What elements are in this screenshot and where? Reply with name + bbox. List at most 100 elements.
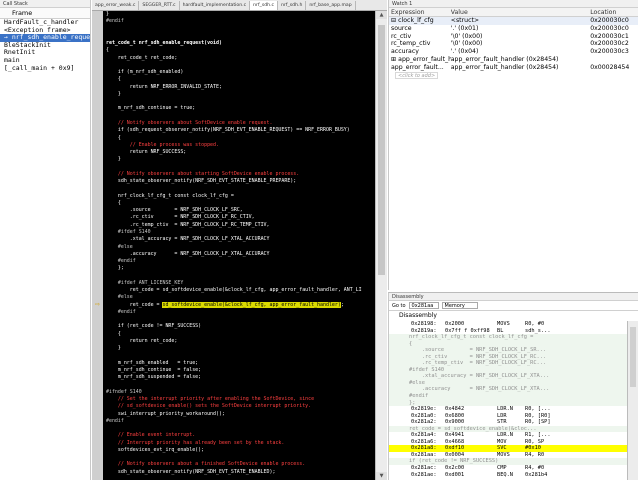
watch-row[interactable]: app_error_fault... app_error_fault_handle… xyxy=(389,64,638,72)
disassembly-instruction-row[interactable]: 0x281ae: 0xd001 BEQ.N 0x281b4 xyxy=(389,472,627,479)
editor-scroll-thumb[interactable] xyxy=(378,25,385,275)
scroll-up-arrow-icon[interactable]: ▲ xyxy=(376,11,387,19)
code-line: { xyxy=(104,135,375,142)
watch-value[interactable]: '.' (0x04) xyxy=(451,48,590,56)
code-text: return ret_code; xyxy=(106,337,178,344)
watch-value[interactable]: '\0' (0x00) xyxy=(451,40,590,48)
editor-tab[interactable]: hardfault_implementation.c xyxy=(180,1,251,10)
code-line: #ifdef ANT_LICENSE_KEY xyxy=(104,280,375,287)
editor-tab[interactable]: SEGGER_RTT.c xyxy=(139,1,180,10)
goto-address-input[interactable]: 0x281aa xyxy=(408,302,439,309)
code-text: nrf_clock_lf_cfg_t const clock_lf_cfg = xyxy=(106,192,234,199)
code-text: softdevices_evt_irq_enable(); xyxy=(106,446,205,453)
goto-label: Go to xyxy=(392,302,406,309)
code-line: // Notify observers about SoftDevice ena… xyxy=(104,120,375,127)
code-line: .source = NRF_SDH_CLOCK_LF_SRC, xyxy=(104,207,375,214)
watch-location xyxy=(590,56,638,64)
watch-expression[interactable]: ⊞ app_error_fault_h... xyxy=(389,56,451,64)
watch-row[interactable]: ⊟ clock_lf_cfg <struct> 0x200030c0 xyxy=(389,17,638,25)
code-text: .xtal_accuracy = NRF_SDH_CLOCK_LF_XTAL_A… xyxy=(106,236,270,243)
code-text: return NRF_ERROR_INVALID_STATE; xyxy=(106,83,222,90)
call-stack-frame[interactable]: [_call_main + 0x9] xyxy=(0,64,90,73)
code-text: #else xyxy=(106,294,133,301)
disassembly-scroll-thumb[interactable] xyxy=(630,327,636,387)
code-text: sdh_state_observer_notify(NRF_SDH_EVT_ST… xyxy=(106,178,297,185)
disassembly-scrollbar[interactable] xyxy=(627,321,638,480)
source-code-view[interactable]: } #endif ret_code_t nrf_sdh_enable_request… xyxy=(104,11,375,480)
code-text: ret_code_t nrf_sdh_enable_request(void) xyxy=(106,40,222,47)
code-editor: app_error_weak.c SEGGER_RTT.c hardfault_im… xyxy=(92,0,387,480)
watch-expression[interactable]: accuracy xyxy=(389,48,451,56)
code-line: if (sdh_request_observer_notify(NRF_SDH_… xyxy=(104,127,375,134)
editor-tab[interactable]: app_error_weak.c xyxy=(92,1,140,10)
watch-value[interactable]: '\0' (0x00) xyxy=(451,33,590,41)
watch-row[interactable]: accuracy '.' (0x04) 0x200030c3 xyxy=(389,48,638,56)
code-text: #endif xyxy=(106,308,136,315)
code-line: { xyxy=(104,200,375,207)
watch-expression[interactable]: app_error_fault... xyxy=(389,64,451,72)
code-text: ret_code = xyxy=(106,301,163,308)
editor-vertical-scrollbar[interactable]: ▲ ▼ xyxy=(375,11,387,480)
code-line: m_nrf_sdh_continue = true; xyxy=(104,105,375,112)
code-line: // sd_softdevice_enable() sets the SoftD… xyxy=(104,403,375,410)
editor-tab[interactable]: nrf_base_app.map xyxy=(306,1,356,10)
code-line: } xyxy=(104,156,375,163)
watch-row[interactable]: source '.' (0x01) 0x200030c0 xyxy=(389,25,638,33)
code-line: #endif xyxy=(104,309,375,316)
watch-row[interactable]: rc_temp_ctiv '\0' (0x00) 0x200030c2 xyxy=(389,40,638,48)
expression-column-header[interactable]: Expression xyxy=(389,8,451,16)
code-text: m_nrf_sdh_enabled = true; xyxy=(106,359,199,366)
instruction-operands: 0x281b4 xyxy=(525,471,548,478)
code-line: .accuracy = NRF_SDH_CLOCK_LF_XTAL_ACCURA… xyxy=(104,251,375,258)
watch-expression[interactable]: rc_ctiv xyxy=(389,33,451,41)
editor-tab[interactable]: nrf_sdh.c xyxy=(250,1,279,10)
code-line: #endif xyxy=(104,418,375,425)
code-text: // Notify observers about SoftDevice ena… xyxy=(106,119,273,126)
code-text: .rc_temp_ctiv = NRF_SDH_CLOCK_LF_RC_TEMP… xyxy=(106,221,270,228)
editor-tab[interactable]: nrf_sdh.h xyxy=(278,1,307,10)
code-line: return NRF_SUCCESS; xyxy=(104,149,375,156)
code-line: if (m_nrf_sdh_enabled) xyxy=(104,69,375,76)
watch-add-row[interactable]: <click to add> xyxy=(389,71,638,80)
code-line: .rc_ctiv = NRF_SDH_CLOCK_LF_RC_CTIV, xyxy=(104,214,375,221)
code-line: nrf_clock_lf_cfg_t const clock_lf_cfg = xyxy=(104,193,375,200)
watch-expression[interactable]: source xyxy=(389,25,451,33)
code-line: #else xyxy=(104,294,375,301)
code-text: } xyxy=(106,156,121,163)
watch-expression[interactable]: ⊟ clock_lf_cfg xyxy=(389,17,451,25)
code-line: ret_code = sd_softdevice_enable(&clock_l… xyxy=(104,301,375,309)
watch-value[interactable]: <struct> xyxy=(451,17,590,25)
click-to-add-field[interactable]: <click to add> xyxy=(395,71,439,80)
editor-gutter[interactable] xyxy=(92,11,103,480)
watch-value[interactable]: app_error_fault_handler (0x28454) xyxy=(451,64,590,72)
code-text: if (ret_code != NRF_SUCCESS) xyxy=(106,323,202,330)
code-text: m_nrf_sdh_suspended = false; xyxy=(106,374,202,381)
code-text: // sd_softdevice_enable() sets the SoftD… xyxy=(106,403,312,410)
code-text: ret_code_t ret_code; xyxy=(106,54,178,61)
code-line: // Set the interrupt priority after enab… xyxy=(104,396,375,403)
code-text: { xyxy=(106,330,121,337)
watch-expression[interactable]: rc_temp_ctiv xyxy=(389,40,451,48)
disassembly-lines[interactable]: 0x28198: 0x2000 MOVS R0, #0 0x2819a: 0x7ff f … xyxy=(389,321,627,480)
code-text: if (m_nrf_sdh_enabled) xyxy=(106,69,184,76)
memory-select[interactable]: Memory xyxy=(441,302,478,309)
location-column-header[interactable]: Location xyxy=(590,8,638,16)
code-line: // Interrupt priority has already been s… xyxy=(104,440,375,447)
watch-row[interactable]: rc_ctiv '\0' (0x00) 0x200030c1 xyxy=(389,33,638,41)
code-line: ret_code = sd_softdevice_enable(&clock_l… xyxy=(104,287,375,294)
watch-row[interactable]: ⊞ app_error_fault_h...app_error_fault_ha… xyxy=(389,56,638,64)
scroll-down-arrow-icon[interactable]: ▼ xyxy=(376,472,387,480)
code-text: { xyxy=(106,76,121,83)
value-column-header[interactable]: Value xyxy=(451,8,590,16)
code-text: } xyxy=(106,11,109,17)
code-line: { xyxy=(104,76,375,83)
instruction-opcode: 0xd001 xyxy=(445,471,465,478)
watch-value[interactable]: app_error_fault_handler (0x28454) xyxy=(451,56,590,64)
watch-value[interactable]: '.' (0x01) xyxy=(451,25,590,33)
code-text: // Notify observers about a finished Sof… xyxy=(106,461,306,468)
